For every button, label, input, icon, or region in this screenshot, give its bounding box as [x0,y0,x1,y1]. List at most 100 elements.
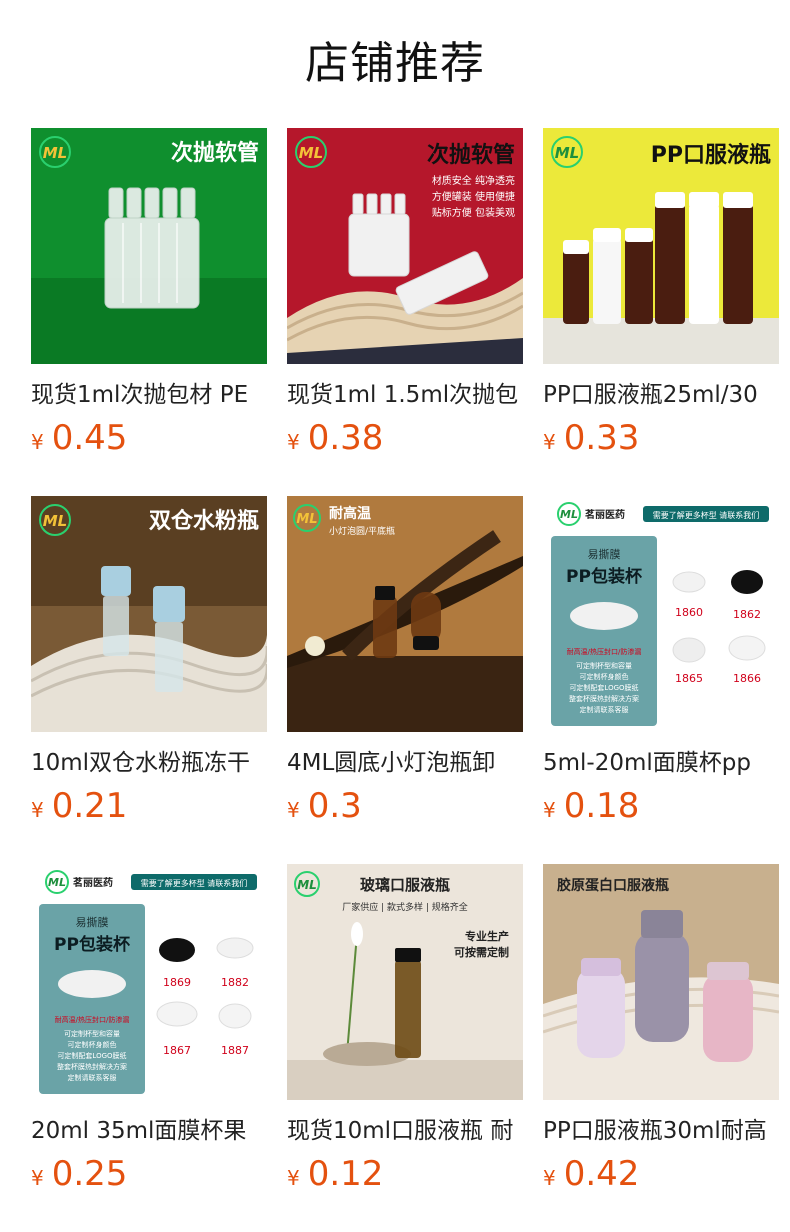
currency-symbol: ¥ [287,798,300,822]
svg-text:可定制配套LOGO膜纸: 可定制配套LOGO膜纸 [57,1051,126,1060]
product-image[interactable]: ML 玻璃口服液瓶 厂家供应 | 款式多样 | 规格齐全 专业生产 可按需定制 [287,864,523,1100]
image-headline: PP包装杯 [566,566,642,587]
svg-text:专业生产: 专业生产 [465,929,509,943]
image-headline: PP包装杯 [54,934,130,955]
svg-text:需要了解更多杯型 请联系我们: 需要了解更多杯型 请联系我们 [141,878,248,888]
image-headline: 玻璃口服液瓶 [360,876,450,894]
product-card[interactable]: ML 茗丽医药 需要了解更多杯型 请联系我们 易撕膜 PP包装杯 耐高温/热压封… [543,496,790,836]
currency-symbol: ¥ [31,1166,44,1190]
image-headline: PP口服液瓶 [651,142,771,168]
svg-text:小灯泡圆/平底瓶: 小灯泡圆/平底瓶 [329,525,395,537]
product-image[interactable]: ML 次抛软管 [31,128,267,364]
price-value: 0.21 [51,786,128,826]
svg-text:可定制杯身颜色: 可定制杯身颜色 [68,1040,117,1049]
image-headline: 次抛软管 [427,142,515,168]
svg-text:1865: 1865 [675,672,703,685]
svg-text:易撕膜: 易撕膜 [588,547,621,561]
price-value: 0.12 [307,1154,384,1194]
svg-text:1887: 1887 [221,1044,249,1057]
image-headline: 次抛软管 [171,140,259,166]
image-headline: 耐高温 [329,505,371,522]
product-price: ¥0.25 [31,1152,127,1196]
product-grid: ML 次抛软管 现货1ml次抛包材 PE ¥0.45 ML 次抛软管 材质安全 … [0,0,790,1232]
svg-text:可定制杯型和容量: 可定制杯型和容量 [64,1029,120,1038]
svg-text:1867: 1867 [163,1044,191,1057]
svg-text:ML: ML [299,144,324,162]
svg-text:耐高温/热压封口/防渗漏: 耐高温/热压封口/防渗漏 [55,1015,130,1024]
price-value: 0.45 [51,418,128,458]
svg-text:1860: 1860 [675,606,703,619]
product-image[interactable]: ML 耐高温 小灯泡圆/平底瓶 [287,496,523,732]
product-image[interactable]: ML 次抛软管 材质安全 纯净透亮 方便罐装 使用便捷 贴标方便 包装美观 [287,128,523,364]
svg-text:易撕膜: 易撕膜 [76,915,109,929]
product-name[interactable]: 4ML圆底小灯泡瓶卸 [287,746,523,780]
svg-text:整套杯膜热封解决方案: 整套杯膜热封解决方案 [569,694,639,703]
svg-text:可定制杯身颜色: 可定制杯身颜色 [580,672,629,681]
product-name[interactable]: 10ml双仓水粉瓶冻干 [31,746,267,780]
product-image[interactable]: ML 双仓水粉瓶 [31,496,267,732]
product-name[interactable]: PP口服液瓶25ml/30 [543,378,779,412]
currency-symbol: ¥ [31,430,44,454]
svg-text:可定制杯型和容量: 可定制杯型和容量 [576,661,632,670]
currency-symbol: ¥ [287,430,300,454]
product-image[interactable]: ML 茗丽医药 需要了解更多杯型 请联系我们 易撕膜 PP包装杯 耐高温/热压封… [31,864,267,1100]
svg-text:方便罐装 使用便捷: 方便罐装 使用便捷 [432,190,515,203]
product-image[interactable]: 胶原蛋白口服液瓶 [543,864,779,1100]
product-card[interactable]: ML 耐高温 小灯泡圆/平底瓶 4ML圆底小灯泡瓶卸 ¥0.3 [287,496,535,836]
product-name[interactable]: 现货10ml口服液瓶 耐 [287,1114,523,1148]
svg-text:ML: ML [297,878,317,892]
svg-text:1869: 1869 [163,976,191,989]
product-name[interactable]: 5ml-20ml面膜杯pp [543,746,779,780]
svg-text:ML: ML [555,144,580,162]
svg-text:1882: 1882 [221,976,249,989]
svg-text:厂家供应 | 款式多样 | 规格齐全: 厂家供应 | 款式多样 | 规格齐全 [342,901,468,913]
currency-symbol: ¥ [543,430,556,454]
svg-text:ML: ML [296,512,317,527]
product-card[interactable]: ML PP口服液瓶 PP口服液瓶25ml/30 ¥0.33 [543,128,790,468]
svg-text:ML: ML [48,876,66,889]
product-image[interactable]: ML 茗丽医药 需要了解更多杯型 请联系我们 易撕膜 PP包装杯 耐高温/热压封… [543,496,779,732]
svg-text:定制请联系客服: 定制请联系客服 [68,1073,117,1082]
price-value: 0.33 [563,418,640,458]
svg-text:贴标方便 包装美观: 贴标方便 包装美观 [432,206,515,219]
image-headline: 双仓水粉瓶 [149,508,259,534]
product-price: ¥0.33 [543,416,639,460]
product-price: ¥0.3 [287,784,362,828]
svg-text:可定制配套LOGO膜纸: 可定制配套LOGO膜纸 [569,683,638,692]
currency-symbol: ¥ [287,1166,300,1190]
product-name[interactable]: PP口服液瓶30ml耐高 [543,1114,779,1148]
currency-symbol: ¥ [543,1166,556,1190]
product-name[interactable]: 现货1ml次抛包材 PE [31,378,267,412]
product-card[interactable]: ML 次抛软管 现货1ml次抛包材 PE ¥0.45 [31,128,279,468]
svg-text:整套杯膜热封解决方案: 整套杯膜热封解决方案 [57,1062,127,1071]
product-price: ¥0.38 [287,416,383,460]
svg-text:ML: ML [43,512,68,530]
svg-text:1866: 1866 [733,672,761,685]
svg-text:茗丽医药: 茗丽医药 [585,508,625,521]
svg-text:材质安全 纯净透亮: 材质安全 纯净透亮 [432,174,515,187]
product-image[interactable]: ML PP口服液瓶 [543,128,779,364]
product-card[interactable]: ML 玻璃口服液瓶 厂家供应 | 款式多样 | 规格齐全 专业生产 可按需定制 … [287,864,535,1204]
product-price: ¥0.12 [287,1152,383,1196]
price-value: 0.38 [307,418,384,458]
product-card[interactable]: ML 茗丽医药 需要了解更多杯型 请联系我们 易撕膜 PP包装杯 耐高温/热压封… [31,864,279,1204]
svg-text:耐高温/热压封口/防渗漏: 耐高温/热压封口/防渗漏 [567,647,642,656]
currency-symbol: ¥ [543,798,556,822]
price-value: 0.3 [307,786,362,826]
product-card[interactable]: 胶原蛋白口服液瓶 PP口服液瓶30ml耐高 ¥0.42 [543,864,790,1204]
logo-text: ML [43,144,68,162]
svg-text:1862: 1862 [733,608,761,621]
image-headline: 胶原蛋白口服液瓶 [557,877,669,894]
svg-text:茗丽医药: 茗丽医药 [73,876,113,889]
svg-text:可按需定制: 可按需定制 [454,945,509,959]
price-value: 0.25 [51,1154,128,1194]
product-card[interactable]: ML 双仓水粉瓶 10ml双仓水粉瓶冻干 ¥0.21 [31,496,279,836]
product-name[interactable]: 20ml 35ml面膜杯果 [31,1114,267,1148]
price-value: 0.42 [563,1154,640,1194]
product-price: ¥0.21 [31,784,127,828]
product-card[interactable]: ML 次抛软管 材质安全 纯净透亮 方便罐装 使用便捷 贴标方便 包装美观 现货… [287,128,535,468]
svg-text:需要了解更多杯型 请联系我们: 需要了解更多杯型 请联系我们 [653,510,760,520]
product-name[interactable]: 现货1ml 1.5ml次抛包 [287,378,523,412]
currency-symbol: ¥ [31,798,44,822]
price-value: 0.18 [563,786,640,826]
